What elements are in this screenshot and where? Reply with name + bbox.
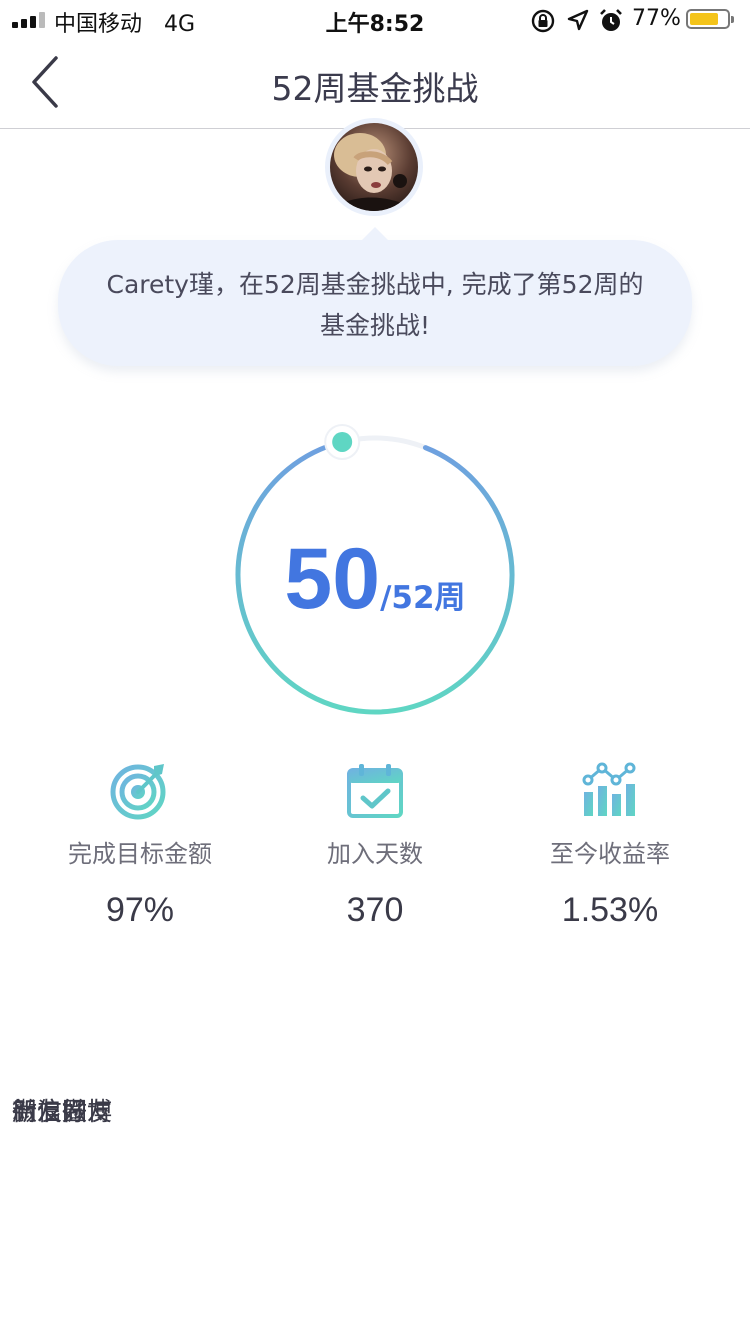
- stat-return-rate: 至今收益率 1.53%: [490, 760, 730, 930]
- nav-bar: 52周基金挑战: [0, 40, 750, 129]
- progress-weeks-total: /52周: [380, 580, 466, 616]
- status-bar: 中国移动 4G 上午8:52 77%: [0, 0, 750, 40]
- stat-label: 至今收益率: [550, 840, 670, 868]
- stat-value: 1.53%: [561, 891, 659, 929]
- stat-label: 完成目标金额: [68, 840, 212, 868]
- achievement-message: Carety瑾，在52周基金挑战中, 完成了第52周的基金挑战!: [106, 270, 644, 340]
- bar-chart-icon: [582, 762, 636, 816]
- stat-value: 97%: [105, 891, 175, 929]
- avatar-image: [330, 123, 418, 211]
- location-icon: [567, 9, 589, 31]
- orientation-lock-icon: [531, 9, 555, 33]
- battery-icon: [686, 9, 734, 29]
- stat-label: 加入天数: [327, 840, 423, 868]
- progress-weeks-completed: 50: [284, 531, 381, 627]
- calendar-check-icon: [347, 764, 403, 818]
- alarm-icon: [600, 9, 622, 31]
- achievement-bubble: Carety瑾，在52周基金挑战中, 完成了第52周的基金挑战!: [58, 227, 692, 366]
- page-title: 52周基金挑战: [271, 69, 479, 108]
- battery-level: [690, 13, 718, 25]
- stat-target-amount: 完成目标金额 97%: [20, 760, 260, 930]
- share-weibo[interactable]: 新浪微博: [12, 1092, 112, 1128]
- target-icon: [110, 764, 166, 820]
- progress-marker: [332, 431, 353, 452]
- stats-row: 完成目标金额 97% 加入天数 370 至今收益率 1.53%: [0, 760, 750, 940]
- battery-percent: 77%: [632, 6, 681, 31]
- stat-days-joined: 加入天数 370: [255, 760, 495, 930]
- share-options: 微信好友 朋友圈 新浪微博: [12, 1092, 172, 1132]
- stat-value: 370: [346, 891, 404, 929]
- progress-readout: 50/52周: [220, 530, 530, 629]
- avatar: [325, 118, 423, 216]
